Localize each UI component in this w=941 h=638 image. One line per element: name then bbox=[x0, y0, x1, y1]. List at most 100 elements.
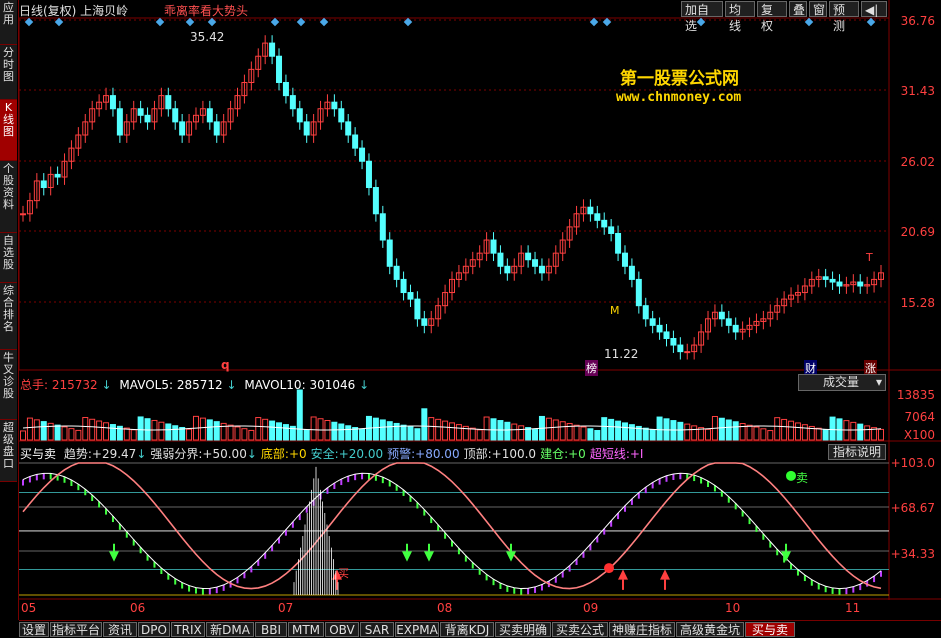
candle-body bbox=[836, 281, 843, 287]
volume-bar bbox=[504, 421, 511, 441]
indicator-selector[interactable]: 成交量 ▾ bbox=[798, 374, 886, 391]
candle-body bbox=[822, 276, 829, 280]
candle-body bbox=[372, 187, 379, 215]
signal-diamond-icon bbox=[589, 17, 599, 27]
volume-bar bbox=[414, 428, 421, 441]
mavol5-label: MAVOL5: bbox=[119, 378, 174, 392]
bottom-tab-15[interactable]: 高级黄金坑 bbox=[676, 622, 744, 637]
volume-bar bbox=[677, 421, 684, 441]
candle-body bbox=[352, 134, 359, 149]
volume-bar bbox=[594, 430, 601, 441]
bottom-tab-7[interactable]: MTM bbox=[288, 622, 324, 637]
bottom-tab-0[interactable]: 设置 bbox=[19, 622, 49, 637]
arrow-down-icon: ↓ bbox=[226, 378, 237, 392]
volume-bar bbox=[317, 418, 324, 441]
volume-bar bbox=[109, 424, 116, 441]
bottom-tab-12[interactable]: 买卖明确 bbox=[495, 622, 551, 637]
left-tab-4[interactable]: 自选股 bbox=[0, 233, 17, 283]
volume-bar bbox=[732, 421, 739, 441]
indicator-name: 买与卖 bbox=[20, 447, 57, 461]
volume-bar bbox=[303, 429, 310, 441]
volume-bar bbox=[615, 420, 622, 441]
mavol10-value: 301046 bbox=[309, 378, 356, 392]
volume-bar bbox=[82, 417, 89, 441]
volume-bar bbox=[559, 421, 566, 441]
arrow-down-icon: ↓ bbox=[246, 447, 257, 461]
bottom-tab-9[interactable]: SAR bbox=[360, 622, 394, 637]
indicator-item-label: 预警: bbox=[387, 447, 416, 461]
volume-bar bbox=[691, 425, 698, 441]
indicator-item-value: +80.00 bbox=[415, 447, 460, 461]
sell-dot-icon bbox=[786, 470, 796, 481]
candle-body bbox=[525, 252, 532, 261]
volume-bar bbox=[130, 429, 137, 441]
price-scale-3: 26.02 bbox=[900, 155, 935, 169]
volume-bar bbox=[642, 427, 649, 441]
bottom-tab-8[interactable]: OBV bbox=[325, 622, 359, 637]
bottom-tab-10[interactable]: EXPMA bbox=[395, 622, 439, 637]
candle-body bbox=[628, 265, 635, 280]
high-price-label: 35.42 bbox=[190, 30, 225, 44]
bottom-tab-16[interactable]: 买与卖 bbox=[745, 622, 795, 637]
volume-bar bbox=[469, 427, 476, 441]
left-tab-2[interactable]: K线图 bbox=[0, 100, 17, 161]
indicator-item-2: 底部:+0 bbox=[261, 447, 307, 461]
volume-scale-1: 13835 bbox=[896, 388, 935, 402]
indicator-help-button[interactable]: 指标说明 bbox=[828, 444, 886, 460]
arrow-down-icon bbox=[109, 551, 119, 562]
signal-diamond-icon bbox=[866, 17, 876, 27]
volume-bar bbox=[746, 424, 753, 441]
buy-signal-label: 买 bbox=[338, 567, 349, 580]
marker-m: M bbox=[610, 304, 620, 317]
volume-bar bbox=[552, 419, 559, 441]
marker-bang[interactable]: 榜 bbox=[585, 360, 598, 376]
bottom-tab-14[interactable]: 神赚庄指标 bbox=[609, 622, 675, 637]
left-tab-3[interactable]: 个股资料 bbox=[0, 161, 17, 233]
volume-bar bbox=[123, 427, 130, 441]
left-tab-0[interactable]: 应用 bbox=[0, 0, 17, 45]
candle-body bbox=[857, 281, 864, 287]
left-tab-6[interactable]: 牛叉诊股 bbox=[0, 350, 17, 420]
signal-diamond-icon bbox=[296, 17, 306, 27]
volume-bar bbox=[442, 420, 449, 441]
volume-bar bbox=[206, 419, 213, 441]
volume-bar bbox=[199, 417, 206, 441]
volume-bar bbox=[428, 417, 435, 441]
buy-dot-icon bbox=[604, 563, 614, 574]
arrow-up-icon bbox=[660, 569, 670, 580]
candle-body bbox=[331, 101, 338, 110]
bottom-tab-2[interactable]: 资讯 bbox=[103, 622, 137, 637]
bottom-tab-13[interactable]: 买卖公式 bbox=[552, 622, 608, 637]
volume-bar bbox=[248, 429, 255, 441]
candle-body bbox=[269, 42, 276, 57]
indicator-item-label: 建仓: bbox=[540, 447, 569, 461]
left-tab-5[interactable]: 综合排名 bbox=[0, 283, 17, 350]
candle-body bbox=[538, 265, 545, 274]
left-tab-7[interactable]: 超级盘口 bbox=[0, 420, 17, 482]
candle-body bbox=[109, 95, 116, 110]
candle-body bbox=[504, 265, 511, 274]
arrow-down-icon bbox=[781, 551, 791, 562]
signal-diamond-icon bbox=[54, 17, 64, 27]
signal-diamond-icon bbox=[403, 17, 413, 27]
indicator-item-6: 建仓:+0 bbox=[540, 447, 586, 461]
bottom-tab-3[interactable]: DPO bbox=[138, 622, 170, 637]
candle-body bbox=[213, 121, 220, 136]
volume-total-label: 总手: bbox=[20, 378, 49, 392]
bottom-tab-6[interactable]: BBI bbox=[255, 622, 287, 637]
bottom-tab-5[interactable]: 新DMA bbox=[206, 622, 254, 637]
arrow-down-icon bbox=[402, 551, 412, 562]
signal-diamond-icon bbox=[696, 17, 706, 27]
left-tab-1[interactable]: 分时图 bbox=[0, 45, 17, 100]
volume-bar bbox=[40, 421, 47, 441]
bottom-tab-11[interactable]: 背离KDJ bbox=[440, 622, 494, 637]
bottom-tab-1[interactable]: 指标平台 bbox=[50, 622, 102, 637]
volume-bar bbox=[345, 425, 352, 441]
candle-body bbox=[40, 180, 47, 189]
candle-body bbox=[206, 108, 213, 123]
bottom-tab-4[interactable]: TRIX bbox=[171, 622, 205, 637]
volume-bar bbox=[545, 417, 552, 441]
volume-bar bbox=[774, 417, 781, 441]
indicator-items: 趋势:+29.47↓ 强弱分界:+50.00↓ 底部:+0 安全:+20.00 预警:+… bbox=[60, 447, 644, 461]
price-panel-frame bbox=[19, 17, 890, 371]
